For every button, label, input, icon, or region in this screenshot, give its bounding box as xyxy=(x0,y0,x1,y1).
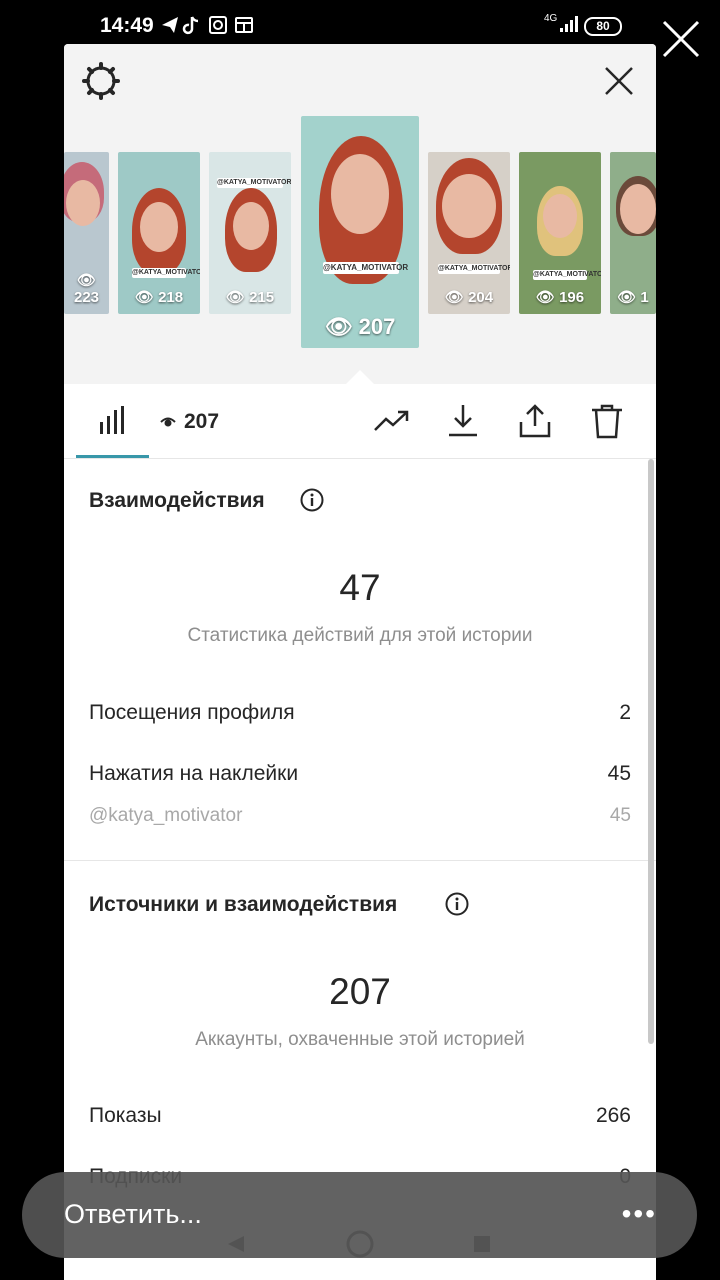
close-icon[interactable] xyxy=(602,64,636,98)
interactions-subtitle: Статистика действий для этой истории xyxy=(187,625,533,646)
thumbnail-image xyxy=(442,174,496,238)
thumbnail-tag: @KATYA_MOTIVATOR xyxy=(323,262,409,274)
story-thumbnail[interactable]: @KATYA_MOTIVATOR 👁 204 xyxy=(428,152,510,314)
impressions-value: 266 xyxy=(595,1104,631,1127)
thumbnail-views: 👁 218 xyxy=(134,289,184,306)
thumbnail-views: 👁 204 xyxy=(444,289,494,306)
thumbnail-image xyxy=(140,202,178,252)
scrollbar[interactable] xyxy=(648,459,654,1044)
insights-toolbar: 207 xyxy=(64,384,656,459)
status-bar: 14:49 4G 80 xyxy=(0,0,720,48)
section-title-interactions: Взаимодействия xyxy=(89,489,265,512)
sticker-mention-label[interactable]: @katya_motivator xyxy=(89,805,242,827)
signal-icon xyxy=(560,16,578,32)
story-thumbnail[interactable]: 👁 223 xyxy=(64,152,109,314)
settings-gear-icon[interactable] xyxy=(82,62,120,100)
thumbnail-image xyxy=(66,180,100,226)
story-thumbnail[interactable]: @KATYA_MOTIVATOR 👁 196 xyxy=(519,152,601,314)
info-icon[interactable] xyxy=(300,488,324,512)
discovery-total: 207 xyxy=(329,971,391,1012)
thumbnail-tag: @KATYA_MOTIVATOR xyxy=(533,270,601,280)
section-divider xyxy=(64,860,656,861)
more-options-icon[interactable]: ••• xyxy=(622,1198,657,1230)
thumbnail-views: 👁 1 xyxy=(617,289,649,306)
trend-up-icon[interactable] xyxy=(372,402,410,440)
thumbnail-views: 👁 196 xyxy=(535,289,585,306)
story-thumbnail[interactable]: @KATYA_MOTIVATOR 👁 215 xyxy=(209,152,291,314)
network-type: 4G xyxy=(544,13,558,24)
sticker-taps-label: Нажатия на наклейки xyxy=(89,762,299,785)
info-icon[interactable] xyxy=(445,892,469,916)
views-count[interactable]: 207 xyxy=(160,408,219,436)
battery-indicator: 80 xyxy=(584,17,622,36)
reply-input[interactable]: Ответить... xyxy=(64,1199,202,1230)
profile-visits-value: 2 xyxy=(619,701,631,724)
active-tab-indicator xyxy=(76,455,149,458)
impressions-label: Показы xyxy=(89,1104,162,1127)
thumbnail-image xyxy=(233,202,269,250)
share-icon[interactable] xyxy=(516,402,554,440)
reply-bar[interactable]: Ответить... ••• xyxy=(22,1172,697,1258)
story-preview-strip: 👁 223 @KATYA_MOTIVATOR 👁 218 @KATYA_MOTI… xyxy=(64,44,656,386)
story-thumbnail[interactable]: 👁 1 xyxy=(610,152,656,314)
thumbnail-image xyxy=(620,184,656,234)
story-thumbnail[interactable]: @KATYA_MOTIVATOR 👁 218 xyxy=(118,152,200,314)
thumbnail-views: 👁 223 xyxy=(73,272,100,306)
section-title-discovery: Источники и взаимодействия xyxy=(89,893,398,916)
notification-icons xyxy=(160,14,280,41)
trash-icon[interactable] xyxy=(588,402,626,440)
thumbnail-tag: @KATYA_MOTIVATOR xyxy=(132,268,200,278)
thumbnail-views: 👁 215 xyxy=(225,289,275,306)
thumbnail-views: 👁 207 xyxy=(324,314,396,339)
app-notification-icons xyxy=(162,16,253,35)
thumbnail-tag: @KATYA_MOTIVATOR xyxy=(438,264,510,274)
close-icon[interactable] xyxy=(660,18,702,60)
story-thumbnail-selected[interactable]: @KATYA_MOTIVATOR 👁 207 xyxy=(301,116,419,348)
sticker-taps-value: 45 xyxy=(607,762,631,785)
thumbnail-tag: @KATYA_MOTIVATOR xyxy=(217,178,291,188)
thumbnail-image xyxy=(543,194,577,238)
eye-icon xyxy=(160,417,176,427)
interactions-total: 47 xyxy=(339,567,381,608)
sticker-mention-value: 45 xyxy=(609,805,631,826)
status-time: 14:49 xyxy=(100,14,154,37)
views-count-label: 207 xyxy=(184,410,220,433)
download-icon[interactable] xyxy=(444,402,482,440)
discovery-subtitle: Аккаунты, охваченные этой историей xyxy=(195,1029,525,1050)
thumbnail-image xyxy=(331,154,389,234)
profile-visits-label: Посещения профиля xyxy=(89,701,295,724)
bar-chart-icon[interactable] xyxy=(94,402,132,440)
story-insights-sheet: 👁 223 @KATYA_MOTIVATOR 👁 218 @KATYA_MOTI… xyxy=(64,44,656,1280)
